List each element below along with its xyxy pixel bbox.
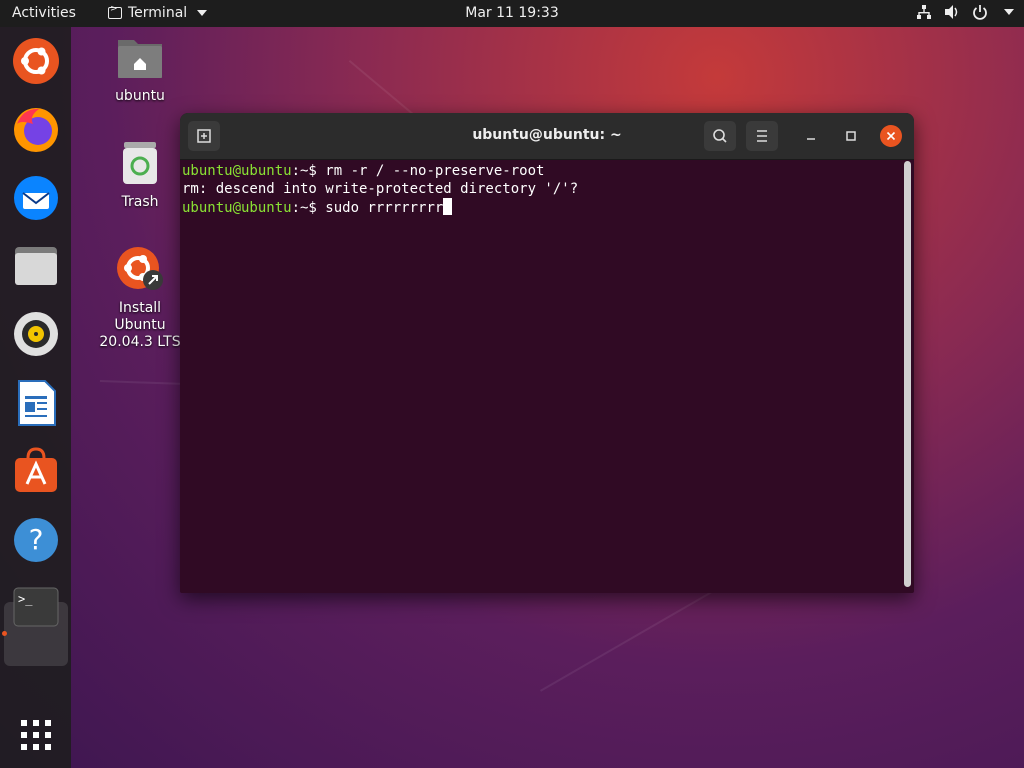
wallpaper-line <box>99 380 190 386</box>
hamburger-menu-icon <box>757 130 767 142</box>
text-cursor <box>443 198 453 215</box>
thunderbird-icon[interactable] <box>11 173 61 223</box>
terminal-header-bar[interactable]: ubuntu@ubuntu: ~ <box>180 113 914 160</box>
rhythmbox-icon[interactable] <box>11 309 61 359</box>
terminal-window[interactable]: ubuntu@ubuntu: ~ ubuntu@ubuntu:~$ rm -r … <box>180 113 914 593</box>
power-icon[interactable] <box>972 4 988 20</box>
svg-text:?: ? <box>29 523 44 556</box>
terminal-line: ubuntu@ubuntu:~$ rm -r / --no-preserve-r… <box>182 162 544 180</box>
close-icon <box>886 131 896 141</box>
prompt-suffix: :~$ <box>291 200 326 216</box>
install-ubuntu-icon <box>117 247 163 290</box>
output-text: rm: descend into write-protected directo… <box>182 181 579 197</box>
prompt-user-host: ubuntu@ubuntu <box>182 163 292 179</box>
hamburger-menu-button[interactable] <box>746 121 778 151</box>
dock: ? >_ <box>0 27 71 768</box>
scrollbar[interactable] <box>904 161 911 587</box>
clock[interactable]: Mar 11 19:33 <box>0 5 1024 21</box>
system-tray[interactable] <box>916 4 1014 20</box>
files-icon[interactable] <box>11 241 61 291</box>
terminal-line: ubuntu@ubuntu:~$ sudo rrrrrrrrr <box>182 198 453 217</box>
libreoffice-writer-icon[interactable] <box>11 378 61 428</box>
close-button[interactable] <box>880 125 902 147</box>
search-button[interactable] <box>704 121 736 151</box>
show-applications-icon[interactable] <box>11 710 61 760</box>
help-icon[interactable]: ? <box>11 515 61 565</box>
terminal-line: rm: descend into write-protected directo… <box>182 180 578 198</box>
trash-icon <box>123 142 157 184</box>
ubuntu-software-icon[interactable] <box>11 446 61 496</box>
maximize-button[interactable] <box>840 125 862 147</box>
home-folder-icon <box>118 40 162 78</box>
firefox-icon[interactable] <box>11 104 61 154</box>
desktop-icon-install-ubuntu[interactable]: Install Ubuntu 20.04.3 LTS <box>85 246 195 351</box>
minimize-button[interactable] <box>800 125 822 147</box>
minimize-icon <box>807 138 815 140</box>
desktop-icon-label: Install Ubuntu 20.04.3 LTS <box>99 300 181 350</box>
wallpaper-line <box>540 580 732 692</box>
command-text: sudo rrrrrrrrr <box>325 200 444 216</box>
prompt-user-host: ubuntu@ubuntu <box>182 200 292 216</box>
prompt-suffix: :~$ <box>291 163 326 179</box>
network-icon[interactable] <box>916 4 932 20</box>
desktop-icon-label: ubuntu <box>115 88 165 104</box>
search-icon <box>713 129 727 143</box>
svg-text:>_: >_ <box>18 592 33 606</box>
desktop-icon-trash[interactable]: Trash <box>85 140 195 211</box>
volume-icon[interactable] <box>944 4 960 20</box>
terminal-output[interactable]: ubuntu@ubuntu:~$ rm -r / --no-preserve-r… <box>180 160 904 593</box>
top-bar: Activities Terminal Mar 11 19:33 <box>0 0 1024 27</box>
running-indicator <box>2 631 7 636</box>
maximize-icon <box>846 131 856 141</box>
terminal-icon[interactable]: >_ <box>11 583 61 633</box>
command-text: rm -r / --no-preserve-root <box>325 163 545 179</box>
desktop-icon-home[interactable]: ubuntu <box>85 36 195 105</box>
desktop-icon-label: Trash <box>121 194 159 210</box>
ubuntu-icon[interactable] <box>11 36 61 86</box>
system-menu-caret-icon[interactable] <box>1004 9 1014 15</box>
